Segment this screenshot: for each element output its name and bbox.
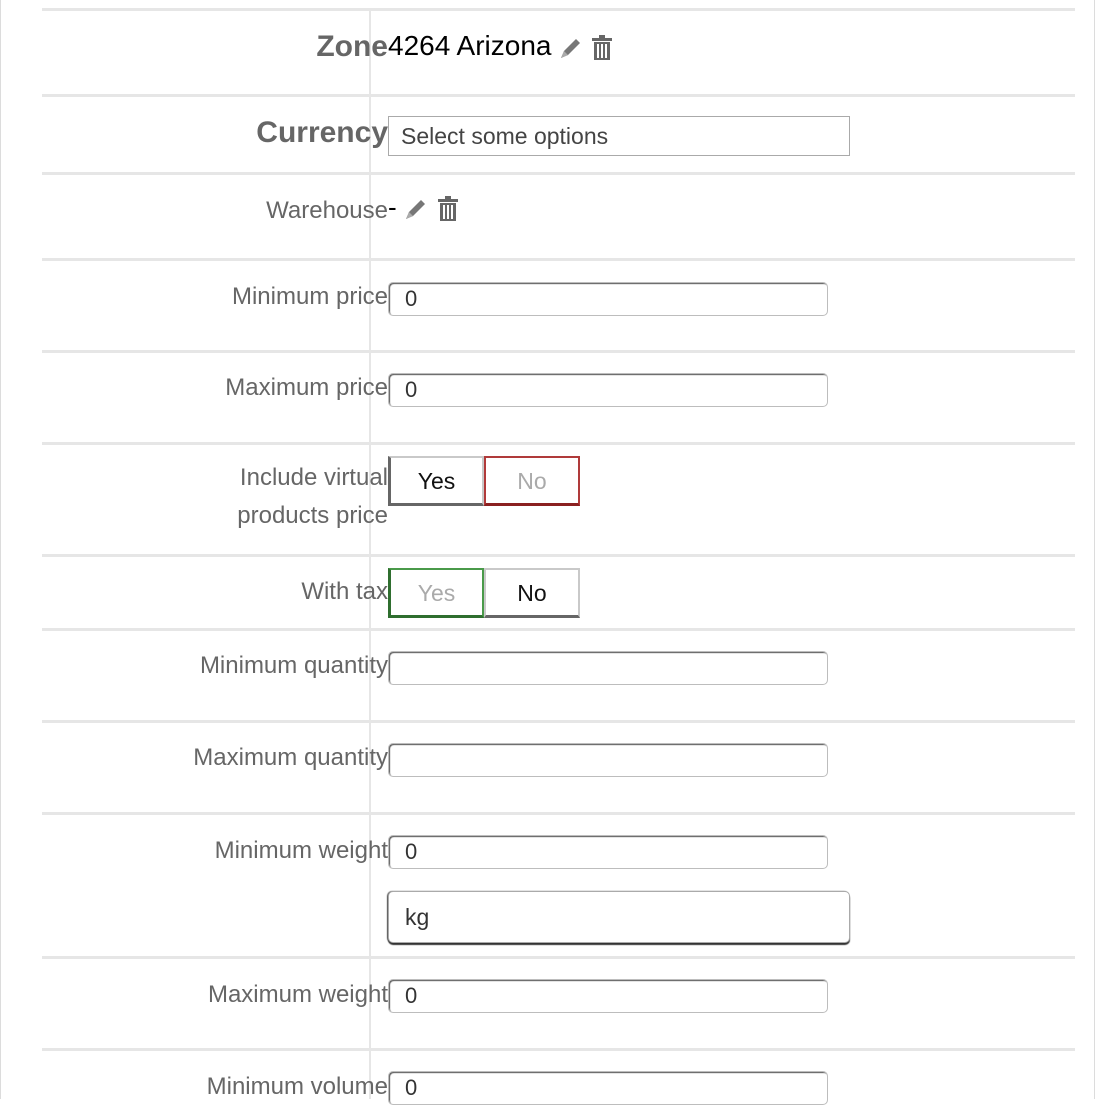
include-virtual-label: Include virtual products price xyxy=(237,459,388,535)
minimum-volume-label: Minimum volume xyxy=(206,1073,388,1100)
include-virtual-yes-option[interactable]: Yes xyxy=(388,456,484,506)
row-separator xyxy=(42,8,1075,11)
pencil-icon[interactable] xyxy=(401,194,431,229)
maximum-quantity-input[interactable] xyxy=(388,743,828,777)
row-separator xyxy=(42,442,1075,445)
pencil-icon[interactable] xyxy=(556,33,586,68)
maximum-price-label: Maximum price xyxy=(225,374,388,401)
zone-label: Zone xyxy=(316,30,388,63)
trash-icon[interactable] xyxy=(436,194,460,229)
warehouse-value-group: - xyxy=(388,192,460,229)
minimum-price-input[interactable]: 0 xyxy=(388,282,828,316)
zone-value: 4264 Arizona xyxy=(388,30,552,61)
minimum-weight-input[interactable]: 0 xyxy=(388,835,828,869)
minimum-price-label: Minimum price xyxy=(231,283,388,310)
row-separator xyxy=(42,172,1075,175)
maximum-price-input[interactable]: 0 xyxy=(388,373,828,407)
row-separator xyxy=(42,812,1075,815)
with-tax-toggle: Yes No xyxy=(388,568,580,622)
row-separator xyxy=(42,628,1075,631)
minimum-weight-label: Minimum weight xyxy=(214,837,388,864)
row-separator xyxy=(42,956,1075,959)
row-separator xyxy=(42,350,1075,353)
minimum-quantity-label: Minimum quantity xyxy=(199,652,388,679)
row-separator xyxy=(42,554,1075,557)
include-virtual-no-option[interactable]: No xyxy=(484,456,580,506)
weight-unit-select[interactable]: kg xyxy=(388,891,850,943)
with-tax-no-option[interactable]: No xyxy=(484,568,580,618)
currency-multiselect[interactable]: Select some options xyxy=(388,116,850,156)
include-virtual-label-line1: Include virtual xyxy=(239,464,388,491)
trash-icon[interactable] xyxy=(590,33,614,68)
maximum-quantity-label: Maximum quantity xyxy=(193,744,388,771)
zone-value-group: 4264 Arizona xyxy=(388,30,614,68)
with-tax-yes-option[interactable]: Yes xyxy=(388,568,484,618)
maximum-weight-input[interactable]: 0 xyxy=(388,979,828,1013)
minimum-quantity-input[interactable] xyxy=(388,651,828,685)
row-separator xyxy=(42,1048,1075,1051)
row-separator xyxy=(42,720,1075,723)
with-tax-label: With tax xyxy=(301,578,388,605)
warehouse-value: - xyxy=(388,192,397,222)
row-separator xyxy=(42,258,1075,261)
maximum-weight-label: Maximum weight xyxy=(207,981,388,1008)
minimum-volume-input[interactable]: 0 xyxy=(388,1071,828,1105)
warehouse-label: Warehouse xyxy=(266,197,388,224)
include-virtual-label-line2: products price xyxy=(237,502,388,529)
currency-label: Currency xyxy=(256,116,388,149)
include-virtual-toggle: Yes No xyxy=(388,456,580,510)
row-separator xyxy=(42,94,1075,97)
